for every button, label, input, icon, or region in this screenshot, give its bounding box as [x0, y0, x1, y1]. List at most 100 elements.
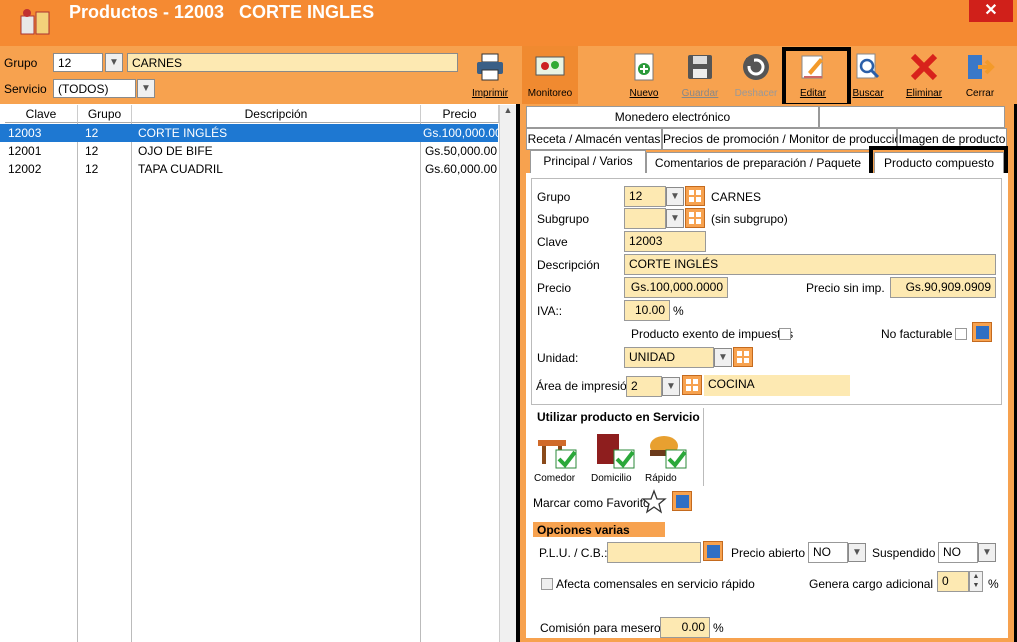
- area-lookup-icon[interactable]: [682, 375, 702, 395]
- window-title: Productos - 12003 CORTE INGLES: [69, 2, 375, 22]
- delete-icon: [909, 52, 939, 82]
- cell-descripcion: OJO DE BIFE: [138, 144, 213, 158]
- rapido-label: Rápido: [645, 473, 677, 484]
- descripcion-field[interactable]: CORTE INGLÉS: [624, 254, 996, 275]
- cell-clave: 12002: [8, 162, 42, 176]
- rapido-icon[interactable]: [646, 432, 688, 470]
- precio-sin-label: Precio sin imp.: [806, 281, 885, 295]
- unidad-label: Unidad:: [537, 351, 579, 365]
- chevron-down-icon[interactable]: ▼: [666, 209, 684, 228]
- plu-field[interactable]: [607, 542, 701, 563]
- domicilio-icon[interactable]: [594, 432, 636, 470]
- guardar-button[interactable]: Guardar: [676, 50, 724, 104]
- chevron-down-icon[interactable]: ▼: [137, 79, 155, 98]
- monitoreo-label: Monitoreo: [527, 88, 573, 99]
- precio-sin-field[interactable]: Gs.90,909.0909: [890, 277, 996, 298]
- cell-precio: Gs.50,000.00: [424, 144, 497, 158]
- genera-field[interactable]: 0: [937, 571, 969, 592]
- comision-label: Comisión para mesero: [540, 621, 661, 635]
- unidad-select[interactable]: UNIDAD: [624, 347, 714, 368]
- servicio-filter-label: Servicio: [4, 82, 47, 96]
- deshacer-button[interactable]: Deshacer: [732, 50, 780, 104]
- tab-promocion[interactable]: Precios de promoción / Monitor de produc…: [662, 128, 908, 150]
- monitoreo-button[interactable]: Monitoreo: [522, 46, 578, 104]
- genera-spinner[interactable]: ▲ ▼: [969, 571, 983, 592]
- grupo-name: CARNES: [711, 190, 762, 204]
- comision-field[interactable]: 0.00: [660, 617, 710, 638]
- clave-field[interactable]: 12003: [624, 231, 706, 252]
- help-icon[interactable]: [703, 541, 723, 561]
- tab-monedero[interactable]: Monedero electrónico: [526, 106, 819, 128]
- buscar-button[interactable]: Buscar: [844, 50, 892, 104]
- column-header-descripcion[interactable]: Descripción: [132, 105, 421, 123]
- afecta-checkbox[interactable]: [541, 578, 553, 590]
- close-button[interactable]: ✕: [969, 0, 1013, 22]
- chevron-down-icon[interactable]: ▼: [848, 543, 866, 562]
- iva-field[interactable]: 10.00: [624, 300, 670, 321]
- subgrupo-lookup-icon[interactable]: [685, 208, 705, 228]
- cell-descripcion: CORTE INGLÉS: [138, 126, 228, 140]
- chevron-down-icon[interactable]: ▼: [105, 53, 123, 72]
- table-row[interactable]: 12003 12 CORTE INGLÉS Gs.100,000.00: [0, 124, 499, 142]
- scroll-up-icon[interactable]: ▲: [500, 105, 516, 115]
- area-select[interactable]: 2: [626, 376, 662, 397]
- column-header-precio[interactable]: Precio: [421, 105, 499, 123]
- area-name: COCINA: [704, 375, 850, 396]
- suspendido-label: Suspendido: [872, 546, 936, 560]
- chevron-down-icon[interactable]: ▼: [662, 377, 680, 396]
- nuevo-button[interactable]: Nuevo: [620, 50, 668, 104]
- cell-clave: 12001: [8, 144, 42, 158]
- clave-label: Clave: [537, 235, 568, 249]
- grupo-filter-name: CARNES: [127, 53, 458, 72]
- cell-precio: Gs.60,000.00: [424, 162, 497, 176]
- suspendido-select[interactable]: NO: [938, 542, 978, 563]
- grupo-lookup-icon[interactable]: [685, 186, 705, 206]
- cell-grupo: 12: [85, 144, 99, 158]
- grid-divider: [77, 123, 78, 642]
- cerrar-button[interactable]: Cerrar: [956, 50, 1004, 104]
- column-header-grupo[interactable]: Grupo: [78, 105, 132, 123]
- cell-grupo: 12: [85, 126, 99, 140]
- grupo-filter-select[interactable]: 12: [53, 53, 103, 72]
- tab-receta[interactable]: Receta / Almacén ventas: [526, 128, 662, 150]
- monitor-icon: [535, 52, 565, 82]
- genera-unit: %: [988, 577, 999, 591]
- exento-checkbox[interactable]: [779, 328, 791, 340]
- grid-scrollbar[interactable]: ▲: [499, 105, 516, 642]
- subgrupo-label: Subgrupo: [537, 212, 590, 226]
- precio-field[interactable]: Gs.100,000.0000: [624, 277, 728, 298]
- grid-divider: [131, 123, 132, 642]
- chevron-down-icon[interactable]: ▼: [666, 187, 684, 206]
- subgrupo-select[interactable]: [624, 208, 666, 229]
- eliminar-button[interactable]: Eliminar: [900, 50, 948, 104]
- help-icon[interactable]: [972, 322, 992, 342]
- unidad-lookup-icon[interactable]: [733, 347, 753, 367]
- comedor-icon[interactable]: [536, 432, 578, 470]
- table-row[interactable]: 12001 12 OJO DE BIFE Gs.50,000.00: [0, 142, 498, 160]
- grupo-select[interactable]: 12: [624, 186, 666, 207]
- plu-label: P.L.U. / C.B.:: [539, 546, 608, 560]
- tab-principal[interactable]: Principal / Varios: [530, 150, 646, 174]
- tab-empty[interactable]: [819, 106, 1005, 128]
- table-row[interactable]: 12002 12 TAPA CUADRIL Gs.60,000.00: [0, 160, 498, 178]
- domicilio-label: Domicilio: [591, 473, 632, 484]
- cell-precio: Gs.100,000.00: [423, 126, 499, 140]
- new-document-icon: [629, 52, 659, 82]
- imprimir-button[interactable]: Imprimir: [466, 50, 514, 104]
- star-icon[interactable]: [641, 489, 667, 515]
- precio-abierto-select[interactable]: NO: [808, 542, 848, 563]
- column-header-clave[interactable]: Clave: [5, 105, 78, 123]
- help-icon[interactable]: [672, 491, 692, 511]
- descripcion-label: Descripción: [537, 258, 600, 272]
- chevron-down-icon[interactable]: ▼: [978, 543, 996, 562]
- undo-icon: [741, 52, 771, 82]
- grupo-label: Grupo: [537, 190, 571, 204]
- comedor-label: Comedor: [534, 473, 576, 484]
- chevron-down-icon[interactable]: ▼: [714, 348, 732, 367]
- nofact-checkbox[interactable]: [955, 328, 967, 340]
- tab-comentarios[interactable]: Comentarios de preparación / Paquete: [646, 152, 870, 174]
- servicio-filter-select[interactable]: (TODOS): [53, 79, 136, 98]
- exit-icon: [965, 52, 995, 82]
- exento-label: Producto exento de impuestos: [631, 327, 794, 341]
- area-label: Área de impresión:: [536, 379, 637, 393]
